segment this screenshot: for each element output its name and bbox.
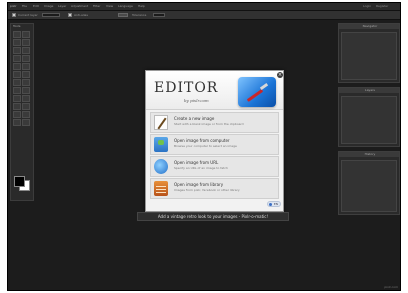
menu-help[interactable]: Help [138, 3, 145, 10]
contiguous-button[interactable] [118, 13, 128, 17]
app-logo: pixlr [10, 4, 17, 8]
antialias-checkbox[interactable] [68, 13, 72, 17]
dialog-header: EDITOR by pixlr.com [146, 71, 283, 110]
current-layer-checkbox[interactable] [12, 13, 16, 17]
paintbrush-artwork-icon [238, 77, 276, 107]
tolerance-field[interactable] [42, 13, 60, 17]
layers-panel: Layers [338, 87, 400, 147]
marquee-tool-icon[interactable] [13, 39, 21, 46]
eyedropper-tool-icon[interactable] [22, 119, 30, 126]
move-tool-icon[interactable] [22, 31, 30, 38]
antialias-label: Anti-alias [74, 13, 88, 17]
spot-heal-tool-icon[interactable] [22, 87, 30, 94]
sponge-tool-icon[interactable] [13, 79, 21, 86]
layers-list [341, 96, 397, 144]
navigator-panel: Navigator [338, 23, 400, 83]
type-tool-icon[interactable] [13, 111, 21, 118]
history-title: History [339, 152, 399, 157]
history-panel: History [338, 151, 400, 215]
pencil-tool-icon[interactable] [22, 47, 30, 54]
option-title: Open image from computer [174, 138, 230, 143]
option-title: Open image from URL [174, 160, 219, 165]
welcome-dialog: EDITOR by pixlr.com × Create a new image… [145, 70, 284, 212]
tolerance-label: Tolerance [132, 13, 147, 17]
redeye-tool-icon[interactable] [13, 87, 21, 94]
register-link[interactable]: Register [376, 3, 388, 10]
toolbox-title: Tools [13, 24, 21, 28]
navigator-preview [341, 32, 397, 80]
brush-icon [154, 115, 168, 130]
brush-tool-icon[interactable] [13, 55, 21, 62]
bloat-tool-icon[interactable] [13, 95, 21, 102]
language-selector[interactable]: EN [267, 201, 281, 207]
option-description: Start with a blank image or from the cli… [174, 122, 244, 126]
tool-options-bar: Current layer Anti-alias Tolerance [8, 11, 400, 20]
wand-tool-icon[interactable] [13, 47, 21, 54]
option-description: Specify an URL of an image to fetch [174, 166, 228, 170]
menu-filter[interactable]: Filter [93, 3, 100, 10]
pinch-tool-icon[interactable] [22, 95, 30, 102]
open-from-library-option[interactable]: Open image from library Images from pixl… [150, 178, 279, 199]
menu-layer[interactable]: Layer [58, 3, 66, 10]
option-title: Create a new image [174, 116, 215, 121]
menu-image[interactable]: Image [44, 3, 53, 10]
layers-title: Layers [339, 88, 399, 93]
lasso-tool-icon[interactable] [22, 39, 30, 46]
menu-language[interactable]: Language [118, 3, 133, 10]
computer-icon [154, 137, 168, 152]
search-field[interactable] [153, 13, 165, 17]
color-replace-tool-icon[interactable] [13, 103, 21, 110]
menu-edit[interactable]: Edit [33, 3, 39, 10]
eraser-tool-icon[interactable] [22, 55, 30, 62]
zoom-tool-icon[interactable] [13, 119, 21, 126]
hand-tool-icon[interactable] [22, 111, 30, 118]
drawing-tool-icon[interactable] [22, 103, 30, 110]
current-layer-label: Current layer [18, 13, 38, 17]
toolbox-panel: Tools [10, 23, 34, 201]
open-from-computer-option[interactable]: Open image from computer Browse your com… [150, 134, 279, 155]
option-title: Open image from library [174, 182, 224, 187]
menu-view[interactable]: View [106, 3, 113, 10]
create-new-image-option[interactable]: Create a new image Start with a blank im… [150, 112, 279, 133]
crop-tool-icon[interactable] [13, 31, 21, 38]
option-description: Images from pixlr, facebook or other lib… [174, 188, 240, 192]
editor-logo: EDITOR [154, 80, 219, 96]
editor-byline: by pixlr.com [184, 98, 209, 103]
status-text: pixlr.com [384, 285, 398, 289]
blur-tool-icon[interactable] [22, 71, 30, 78]
menu-bar: pixlr File Edit Image Layer Adjustment F… [8, 3, 400, 11]
open-from-url-option[interactable]: Open image from URL Specify an URL of an… [150, 156, 279, 177]
bucket-tool-icon[interactable] [13, 63, 21, 70]
foreground-color-swatch[interactable] [14, 176, 25, 187]
globe-icon [154, 159, 168, 174]
navigator-title: Navigator [339, 24, 399, 29]
menu-file[interactable]: File [22, 3, 27, 10]
library-icon [154, 181, 168, 196]
promo-banner[interactable]: Add a vintage retro look to your images … [137, 212, 289, 221]
login-link[interactable]: Login [363, 3, 371, 10]
menu-adjustment[interactable]: Adjustment [71, 3, 88, 10]
history-list [341, 160, 397, 212]
gradient-tool-icon[interactable] [22, 63, 30, 70]
option-description: Browse your computer to select an image [174, 144, 237, 148]
clone-tool-icon[interactable] [13, 71, 21, 78]
close-icon[interactable]: × [277, 72, 283, 78]
dodge-tool-icon[interactable] [22, 79, 30, 86]
